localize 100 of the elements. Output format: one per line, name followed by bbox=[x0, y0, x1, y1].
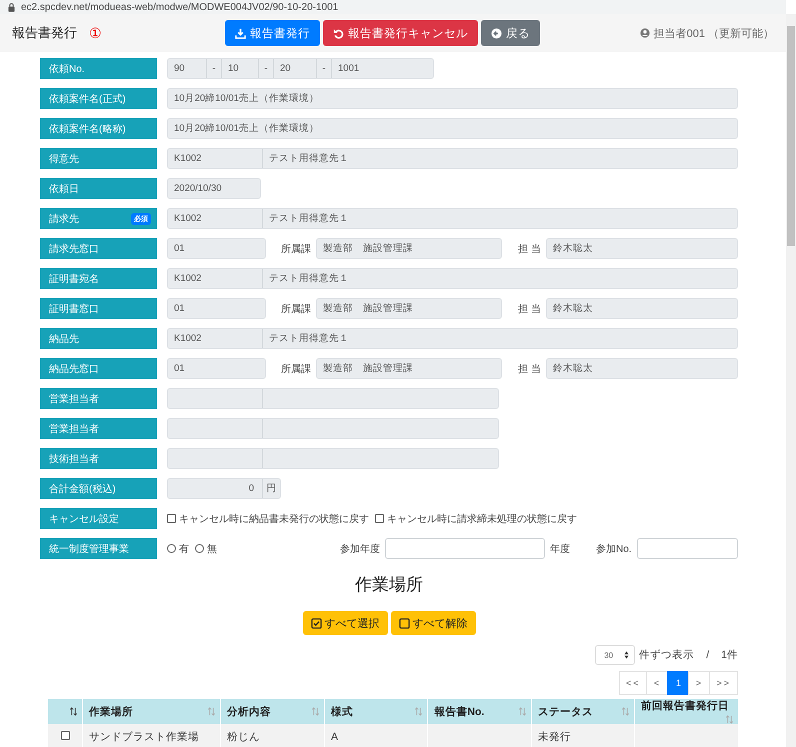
separator: / bbox=[706, 649, 710, 661]
person-field[interactable] bbox=[167, 448, 499, 469]
dept-label: 所属課 bbox=[280, 302, 312, 316]
page-link[interactable]: >> bbox=[709, 671, 738, 695]
sort-icon bbox=[414, 706, 424, 716]
segment-value: 20 bbox=[279, 62, 292, 76]
dept-field[interactable]: 製造部 施設管理課 bbox=[316, 298, 502, 319]
radio-option[interactable]: 無 bbox=[195, 542, 217, 556]
checked-box-icon bbox=[310, 618, 322, 628]
date-field[interactable]: 2020/10/30 bbox=[167, 178, 261, 199]
segment-value: 90 bbox=[173, 62, 186, 76]
sort-icon bbox=[69, 706, 78, 716]
sort-icon bbox=[207, 706, 216, 716]
person-field[interactable] bbox=[167, 418, 499, 439]
dept-field[interactable]: 製造部 施設管理課 bbox=[316, 238, 502, 259]
year-label: 参加年度 bbox=[339, 542, 381, 556]
contact-field[interactable]: 01 bbox=[167, 298, 266, 319]
select-all-button[interactable]: すべて選択 bbox=[302, 611, 388, 635]
person-label: 担 当 bbox=[517, 362, 542, 376]
segment-value: 10 bbox=[227, 62, 240, 76]
label-text: 依頼案件名(略称) bbox=[49, 122, 126, 136]
cancel-issue-button[interactable]: 報告書発行キャンセル bbox=[323, 20, 478, 46]
person-field[interactable]: 鈴木聡太 bbox=[546, 238, 738, 259]
label-text: 依頼日 bbox=[49, 182, 79, 196]
text-field[interactable]: 10月20締10/01売上（作業環境） bbox=[167, 118, 738, 139]
row-checkbox[interactable] bbox=[60, 730, 70, 740]
segment-value: 1001 bbox=[337, 62, 360, 76]
request-no-field[interactable]: 90 - 10 - 20 - 1001 bbox=[167, 58, 434, 79]
label-text: 納品先窓口 bbox=[49, 362, 99, 376]
user-name: 担当者001 （更新可能） bbox=[654, 26, 774, 40]
user-icon bbox=[640, 28, 650, 38]
section-heading: 作業場所 bbox=[355, 574, 423, 596]
page-link[interactable]: > bbox=[688, 671, 710, 695]
number-label: 参加No. bbox=[595, 542, 633, 556]
separator: - bbox=[258, 59, 274, 78]
text-field[interactable]: 10月20締10/01売上（作業環境） bbox=[167, 88, 738, 109]
table-cell: A bbox=[331, 730, 338, 742]
label-text: 営業担当者 bbox=[49, 392, 99, 406]
label-text: 請求先窓口 bbox=[49, 242, 99, 256]
dept-label: 所属課 bbox=[280, 362, 312, 376]
separator: - bbox=[316, 59, 332, 78]
column-header[interactable]: 様式 bbox=[324, 699, 428, 724]
scrollbar[interactable] bbox=[786, 14, 796, 747]
checkbox-option[interactable]: キャンセル時に請求締未処理の状態に戻す bbox=[375, 512, 577, 526]
back-arrow-icon bbox=[491, 28, 502, 38]
column-header[interactable]: 前回報告書発行日 bbox=[634, 699, 738, 724]
empty-box-icon bbox=[398, 618, 410, 628]
label-text: 得意先 bbox=[49, 152, 79, 166]
label-text: 技術担当者 bbox=[49, 452, 99, 466]
back-button[interactable]: 戻る bbox=[481, 20, 540, 46]
page-link[interactable]: 1 bbox=[667, 671, 690, 695]
sort-icon bbox=[725, 715, 734, 724]
column-header[interactable]: 報告書No. bbox=[428, 699, 532, 724]
column-header[interactable]: ステータス bbox=[531, 699, 635, 724]
label-text: 請求先 bbox=[49, 212, 79, 226]
issue-report-button[interactable]: 報告書発行 bbox=[225, 20, 320, 46]
download-icon bbox=[235, 28, 246, 38]
label-text: 証明書宛名 bbox=[49, 272, 99, 286]
marker: ① bbox=[89, 24, 103, 42]
page-title: 報告書発行 bbox=[12, 24, 77, 42]
dept-label: 所属課 bbox=[280, 242, 312, 256]
label-text: 依頼案件名(正式) bbox=[49, 92, 126, 106]
table-cell: サンドブラスト作業場 bbox=[89, 730, 199, 742]
person-label: 担 当 bbox=[517, 242, 542, 256]
total-count: 1件 bbox=[721, 648, 738, 662]
person-field[interactable]: 鈴木聡太 bbox=[546, 298, 738, 319]
year-field[interactable] bbox=[385, 538, 545, 559]
sort-icon bbox=[621, 706, 630, 716]
sort-icon bbox=[518, 706, 527, 716]
person-label: 担 当 bbox=[517, 302, 542, 316]
column-header[interactable]: 作業場所 bbox=[82, 699, 220, 724]
header-cell[interactable] bbox=[48, 699, 82, 724]
label-text: 証明書窓口 bbox=[49, 302, 99, 316]
label-text: 統一制度管理事業 bbox=[49, 542, 129, 556]
person-field[interactable]: 鈴木聡太 bbox=[546, 358, 738, 379]
page-size-text: 件ずつ表示 bbox=[639, 648, 694, 662]
page-link[interactable]: < bbox=[646, 671, 668, 695]
table-cell: 未発行 bbox=[538, 730, 571, 742]
radio-option[interactable]: 有 bbox=[167, 542, 189, 556]
spinner-icon bbox=[624, 651, 630, 659]
person-field[interactable] bbox=[167, 388, 499, 409]
undo-icon bbox=[333, 28, 344, 38]
checkbox-option[interactable]: キャンセル時に納品書未発行の状態に戻す bbox=[167, 512, 369, 526]
contact-field[interactable]: 01 bbox=[167, 358, 266, 379]
label-text: 依頼No. bbox=[49, 62, 85, 76]
label-text: キャンセル設定 bbox=[49, 512, 119, 526]
page-size-select[interactable]: 30 bbox=[595, 645, 636, 665]
column-header[interactable]: 分析内容 bbox=[220, 699, 324, 724]
label-text: 合計金額(税込) bbox=[49, 482, 116, 496]
number-field[interactable] bbox=[636, 538, 738, 559]
page-link[interactable]: << bbox=[618, 671, 648, 695]
year-suffix: 年度 bbox=[549, 542, 571, 556]
contact-field[interactable]: 01 bbox=[167, 238, 266, 259]
label-text: 営業担当者 bbox=[49, 422, 99, 436]
deselect-all-button[interactable]: すべて解除 bbox=[390, 611, 476, 635]
separator: - bbox=[206, 59, 222, 78]
sort-icon bbox=[311, 706, 320, 716]
table-cell: 粉じん bbox=[227, 730, 260, 742]
lock-icon bbox=[8, 2, 15, 12]
dept-field[interactable]: 製造部 施設管理課 bbox=[316, 358, 502, 379]
